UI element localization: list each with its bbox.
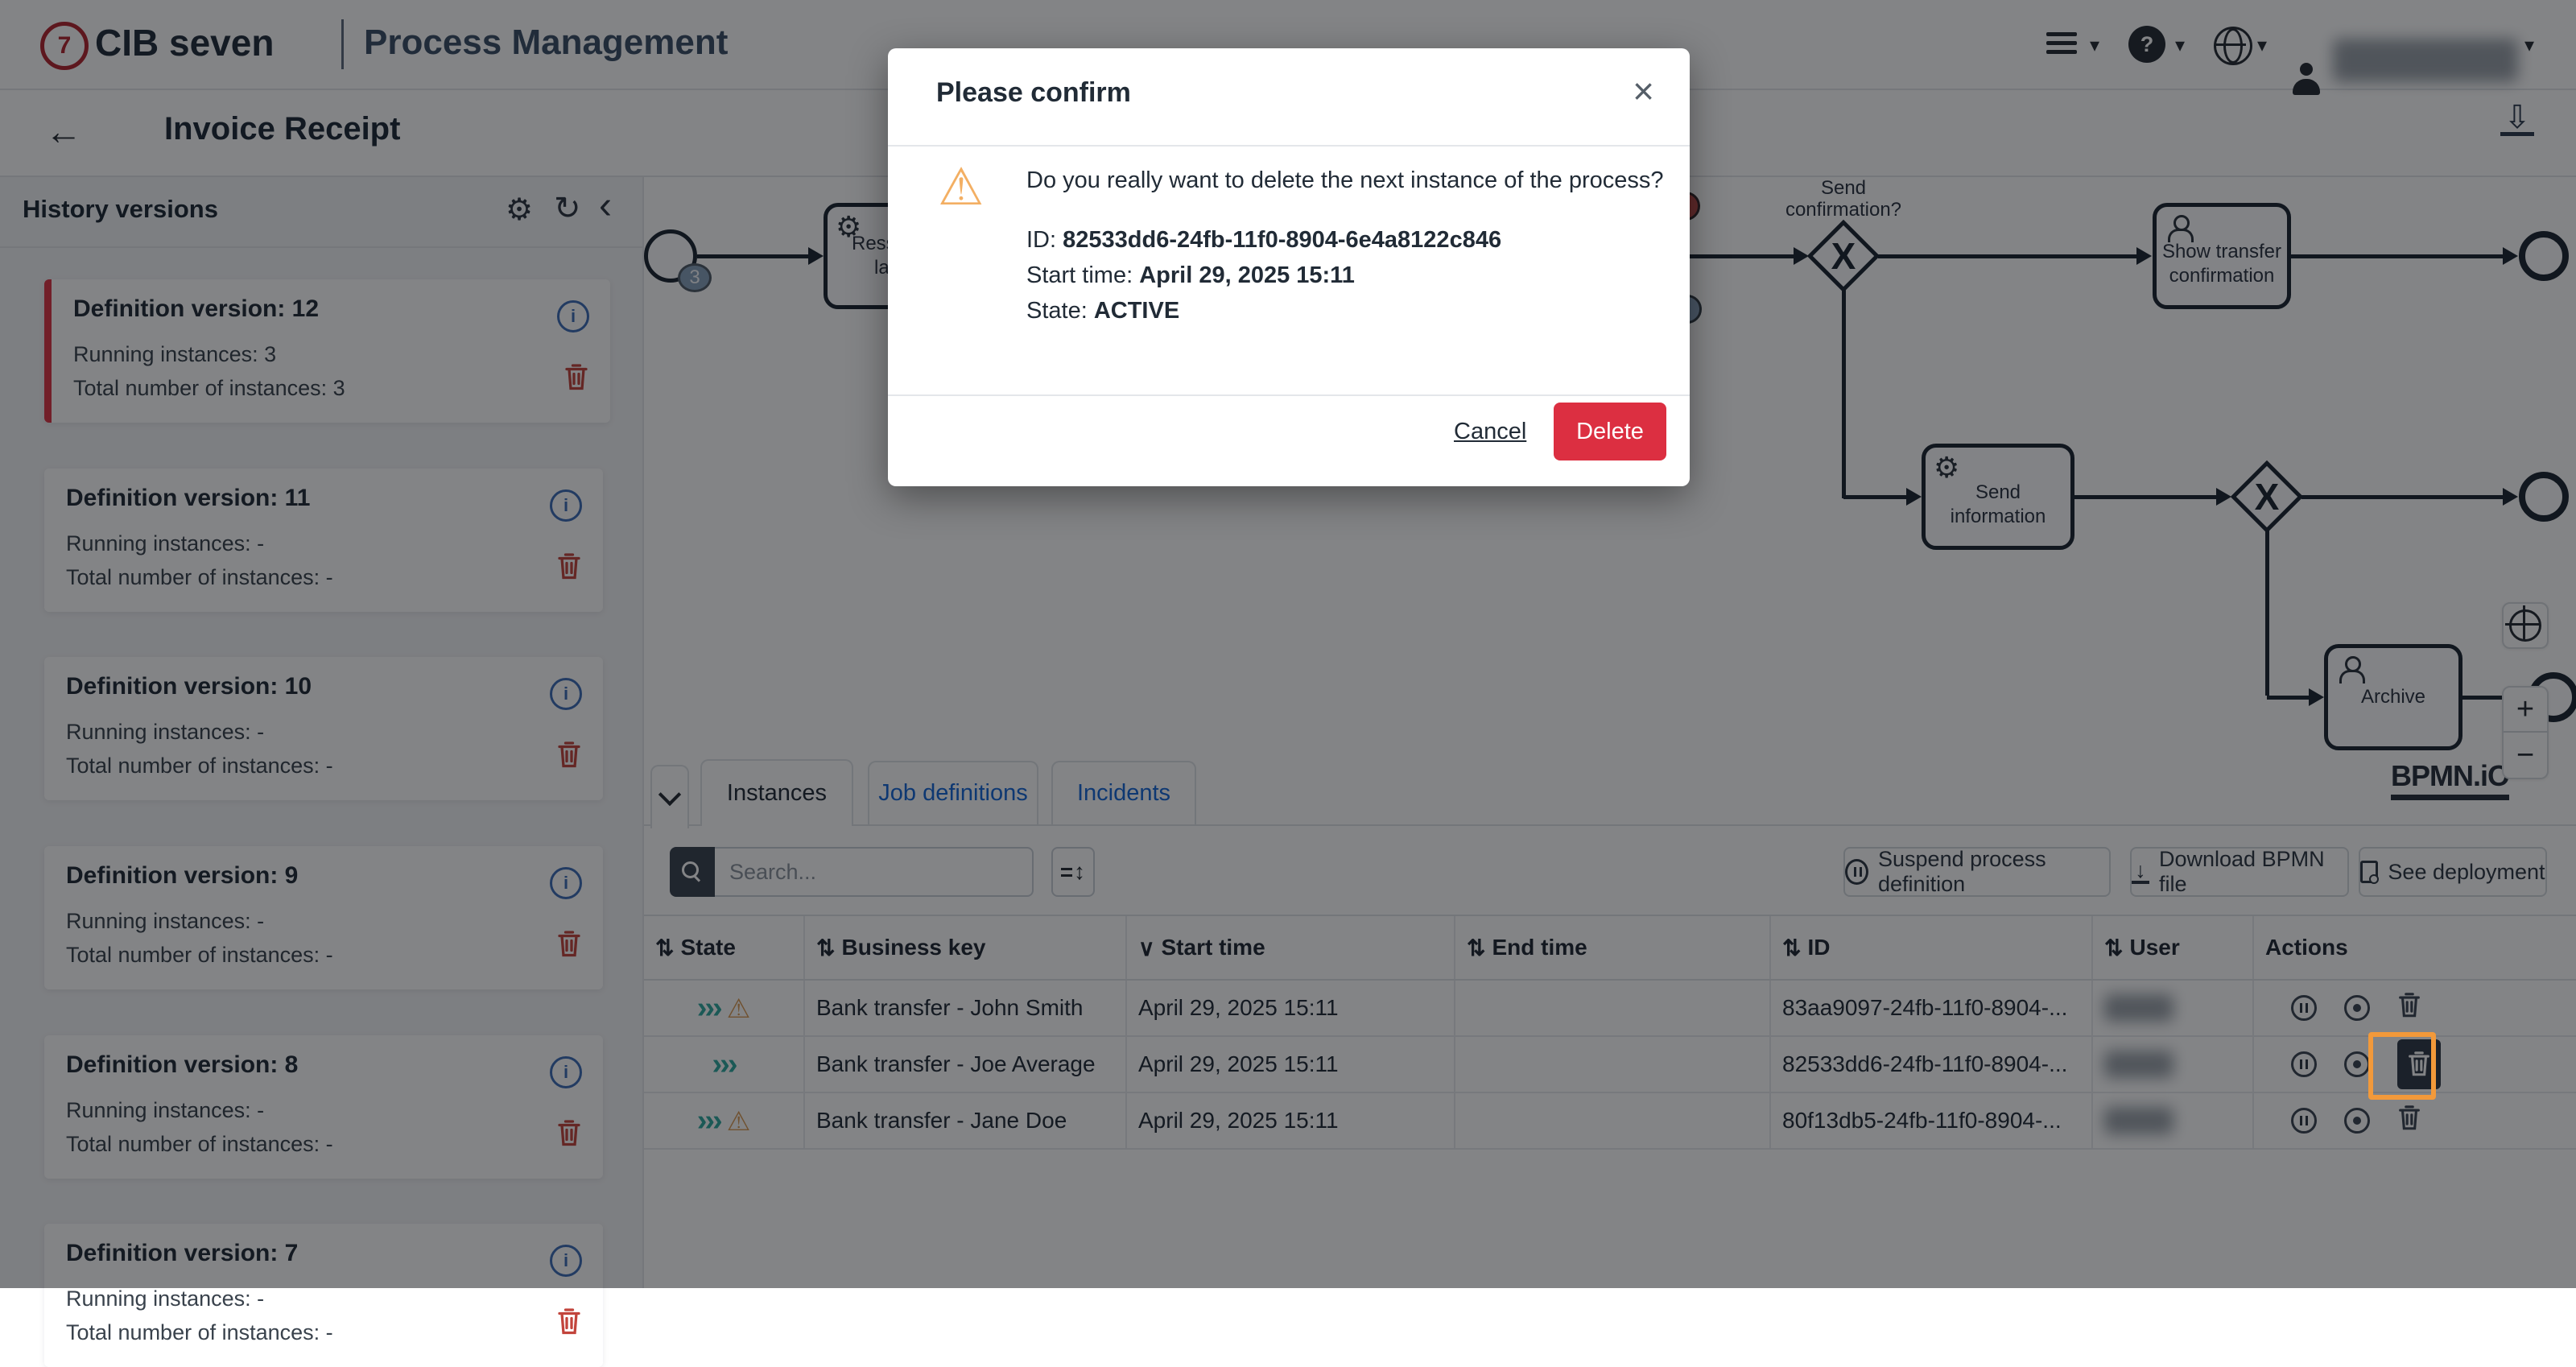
total-instances: Total number of instances: - (66, 1320, 333, 1345)
cancel-button[interactable]: Cancel (1454, 419, 1526, 445)
dialog-header-divider (888, 145, 1690, 147)
state-line: State: ACTIVE (1026, 298, 1179, 324)
dialog-title: Please confirm (936, 77, 1131, 109)
start-time-line: Start time: April 29, 2025 15:11 (1026, 262, 1355, 289)
start-time-label: Start time: (1026, 262, 1139, 288)
delete-version-icon[interactable] (556, 1307, 582, 1340)
id-label: ID: (1026, 227, 1063, 253)
clicked-element-highlight (2368, 1032, 2436, 1100)
state-value: ACTIVE (1094, 298, 1179, 324)
start-time-value: April 29, 2025 15:11 (1139, 262, 1355, 288)
confirm-dialog: Please confirm × ⚠ Do you really want to… (888, 48, 1690, 486)
confirm-question: Do you really want to delete the next in… (1026, 167, 1670, 194)
id-value: 82533dd6-24fb-11f0-8904-6e4a8122c846 (1063, 227, 1501, 253)
state-label: State: (1026, 298, 1094, 324)
close-icon[interactable]: × (1633, 69, 1654, 113)
running-instances: Running instances: - (66, 1286, 264, 1311)
instance-id-line: ID: 82533dd6-24fb-11f0-8904-6e4a8122c846 (1026, 227, 1501, 254)
dialog-footer-divider (888, 394, 1690, 396)
warning-triangle-icon: ⚠ (938, 161, 984, 213)
delete-button[interactable]: Delete (1554, 403, 1666, 460)
